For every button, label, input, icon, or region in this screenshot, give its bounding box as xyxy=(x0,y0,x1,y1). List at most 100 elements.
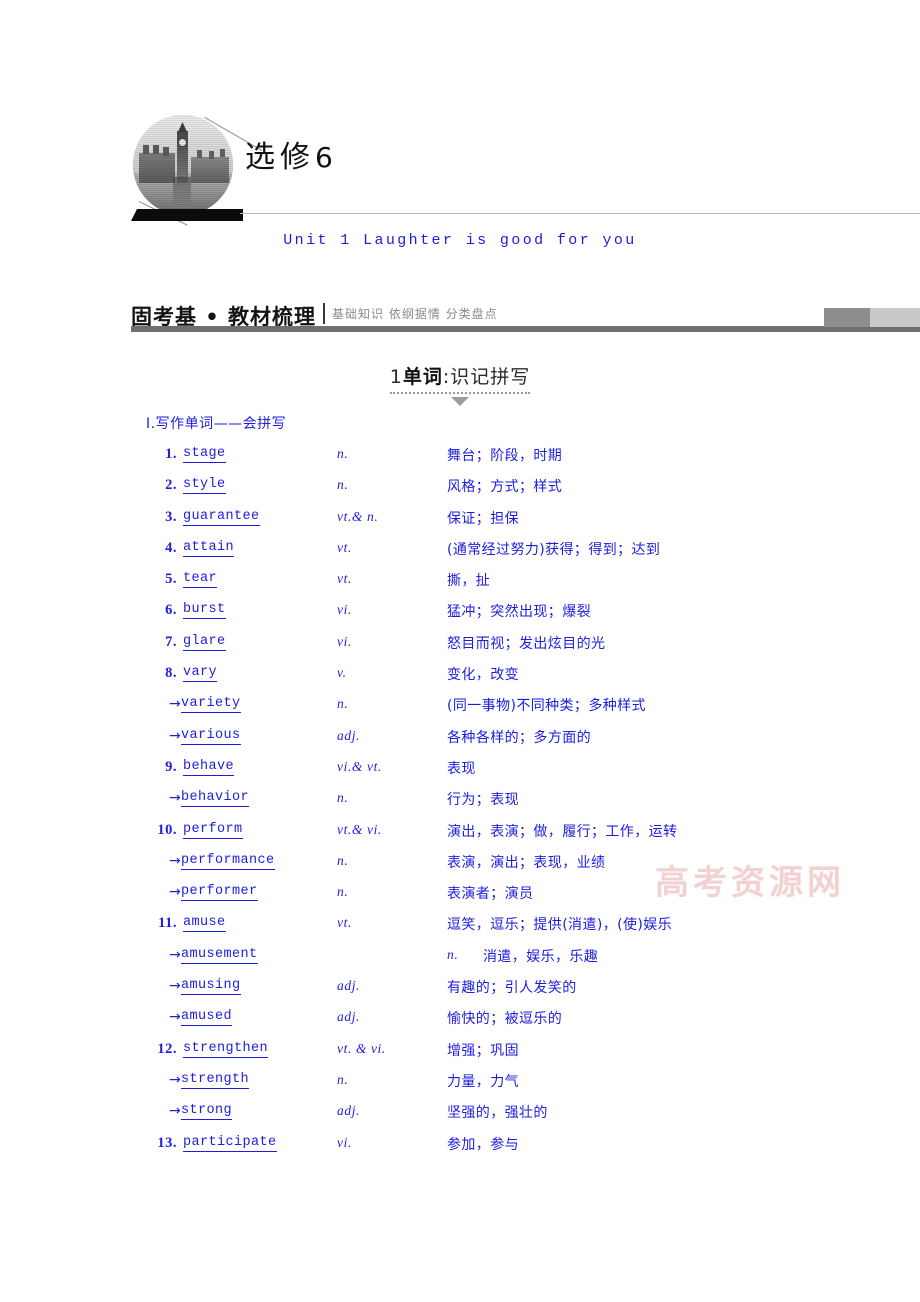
arrow-right-icon: → xyxy=(169,1103,181,1120)
vocab-row: 8. vary v. 变化，改变 xyxy=(131,663,920,694)
vocab-index: 2. xyxy=(165,477,177,494)
arrow-right-icon: → xyxy=(169,852,181,869)
vocab-word: behavior xyxy=(181,790,250,808)
vocab-word: strong xyxy=(181,1103,233,1121)
vocab-word: attain xyxy=(183,539,235,557)
vocab-meaning: 力量，力气 xyxy=(447,1073,519,1090)
vocab-row: 11. amuse vt. 逗笑，逗乐；提供(消遣)，(使)娱乐 xyxy=(131,913,920,944)
section-suffix: 识记拼写 xyxy=(450,366,531,388)
vocab-meaning: 有趣的；引人发笑的 xyxy=(447,980,577,997)
section-heading: 1单词:识记拼写 xyxy=(0,362,920,406)
vocab-meaning: 演出，表演；做，履行；工作，运转 xyxy=(447,823,678,840)
vocab-meaning: 行为；表现 xyxy=(447,792,519,809)
vocab-word: guarantee xyxy=(183,508,260,526)
vocab-part-of-speech: n. xyxy=(337,477,349,493)
vocab-part-of-speech: vt.& n. xyxy=(337,508,379,524)
vocab-index: 7. xyxy=(165,633,177,650)
vocab-word: behave xyxy=(183,758,235,776)
vocab-meaning: 风格；方式；样式 xyxy=(447,479,563,496)
vocab-row: → behavior n. 行为；表现 xyxy=(131,788,920,819)
vocab-index: 6. xyxy=(165,602,177,619)
vocab-part-of-speech: adj. xyxy=(337,727,361,743)
vocab-part-of-speech: vi.& vt. xyxy=(337,758,382,774)
vocab-part-of-speech: vt.& vi. xyxy=(337,821,382,837)
vocab-index: 10. xyxy=(157,821,177,838)
vocab-meaning: 各种各样的；多方面的 xyxy=(447,729,591,746)
vocab-meaning: 逗笑，逗乐；提供(消遣)，(使)娱乐 xyxy=(447,917,673,934)
vocab-row: 6. burst vi. 猛冲；突然出现；爆裂 xyxy=(131,600,920,631)
caret-down-icon xyxy=(451,397,469,406)
vocab-index: 12. xyxy=(157,1040,177,1057)
vocab-meaning: 撕，扯 xyxy=(447,573,491,590)
vocab-part-of-speech: vt. & vi. xyxy=(337,1040,386,1056)
issue-title: 选修6 xyxy=(245,132,333,176)
vocab-row: → amusement n. 消遣，娱乐，乐趣 xyxy=(131,945,920,976)
vocab-word: amuse xyxy=(183,915,226,933)
masthead: 选修6 xyxy=(0,108,920,228)
vocab-part-of-speech: n. xyxy=(337,1071,349,1087)
vocab-part-of-speech: vi. xyxy=(337,602,352,618)
vocab-row: → various adj. 各种各样的；多方面的 xyxy=(131,726,920,757)
arrow-right-icon: → xyxy=(169,696,181,713)
vocab-part-of-speech: adj. xyxy=(337,1103,361,1119)
list-label: Ⅰ.写作单词——会拼写 xyxy=(146,416,287,432)
vocab-part-of-speech: n. xyxy=(337,446,349,461)
vocab-index: 1. xyxy=(165,446,177,462)
vocab-meaning: 表演，演出；表现，业绩 xyxy=(447,854,606,871)
vocab-index: 9. xyxy=(165,758,177,775)
band-subtitle: 基础知识 依纲据情 分类盘点 xyxy=(332,307,498,321)
vocab-word: various xyxy=(181,727,241,745)
vocab-meaning: 参加，参与 xyxy=(447,1136,519,1153)
vocab-meaning: 怒目而视；发出炫目的光 xyxy=(447,635,606,652)
vocabulary-list: 1. stage n. 舞台；阶段，时期 2. style n. 风格；方式；样式 3. guar… xyxy=(131,444,920,1164)
vocab-row: 10. perform vt.& vi. 演出，表演；做，履行；工作，运转 xyxy=(131,820,920,851)
band-corner-chip xyxy=(824,308,920,327)
vocab-meaning: 增强；巩固 xyxy=(447,1042,519,1059)
vocab-part-of-speech: vt. xyxy=(337,571,352,587)
issue-number: 6 xyxy=(315,141,333,174)
masthead-black-bar xyxy=(131,209,243,221)
vocab-meaning: 舞台；阶段，时期 xyxy=(447,448,563,464)
section-number: 1 xyxy=(389,366,403,388)
vocab-part-of-speech: n. xyxy=(337,696,349,712)
vocab-row: → performer n. 表演者；演员 xyxy=(131,882,920,913)
vocab-word: performance xyxy=(181,852,275,870)
vocab-index: 13. xyxy=(157,1134,177,1151)
vocab-part-of-speech: vt. xyxy=(337,539,352,555)
vocab-meaning: 坚强的，强壮的 xyxy=(447,1105,548,1122)
arrow-right-icon: → xyxy=(169,727,181,744)
vocab-meaning: (同一事物)不同种类；多种样式 xyxy=(447,698,646,715)
vocab-index: 8. xyxy=(165,665,177,682)
vocab-row: 5. tear vt. 撕，扯 xyxy=(131,569,920,600)
vocab-word: strength xyxy=(181,1071,250,1089)
vocab-part-of-speech: v. xyxy=(337,665,347,681)
document-page: 高考资源网 选修6 Unit 1 Laughter is good for yo… xyxy=(0,0,920,1302)
arrow-right-icon: → xyxy=(169,1009,181,1026)
vocab-row: 13. participate vi. 参加，参与 xyxy=(131,1133,920,1164)
vocab-row: 2. style n. 风格；方式；样式 xyxy=(131,475,920,506)
vocab-word: strengthen xyxy=(183,1040,269,1058)
band-divider xyxy=(323,303,325,324)
vocab-part-of-speech: n. xyxy=(337,884,349,900)
arrow-right-icon: → xyxy=(169,946,181,963)
arrow-right-icon: → xyxy=(169,1071,181,1088)
section-band: 固考基 • 教材梳理 基础知识 依纲据情 分类盘点 xyxy=(131,302,920,336)
vocab-word: amused xyxy=(181,1009,233,1027)
vocab-word: amusing xyxy=(181,978,241,996)
vocab-row: 7. glare vi. 怒目而视；发出炫目的光 xyxy=(131,632,920,663)
arrow-right-icon: → xyxy=(169,884,181,901)
unit-title: Unit 1 Laughter is good for you xyxy=(283,232,637,249)
vocab-word: tear xyxy=(183,571,218,589)
vocab-word: performer xyxy=(181,884,258,902)
vocab-meaning: 保证；担保 xyxy=(447,510,519,527)
vocab-word: perform xyxy=(183,821,243,839)
arrow-right-icon: → xyxy=(169,978,181,995)
vocab-row: 1. stage n. 舞台；阶段，时期 xyxy=(131,444,920,475)
vocab-word: amusement xyxy=(181,946,258,964)
vocab-part-of-speech: vi. xyxy=(337,1134,352,1150)
vocab-part-of-speech: n. xyxy=(337,790,349,806)
vocab-meaning: 变化，改变 xyxy=(447,667,519,684)
vocab-word: vary xyxy=(183,665,218,683)
vocab-word: style xyxy=(183,477,226,495)
vocab-part-of-speech: n. xyxy=(447,946,459,962)
